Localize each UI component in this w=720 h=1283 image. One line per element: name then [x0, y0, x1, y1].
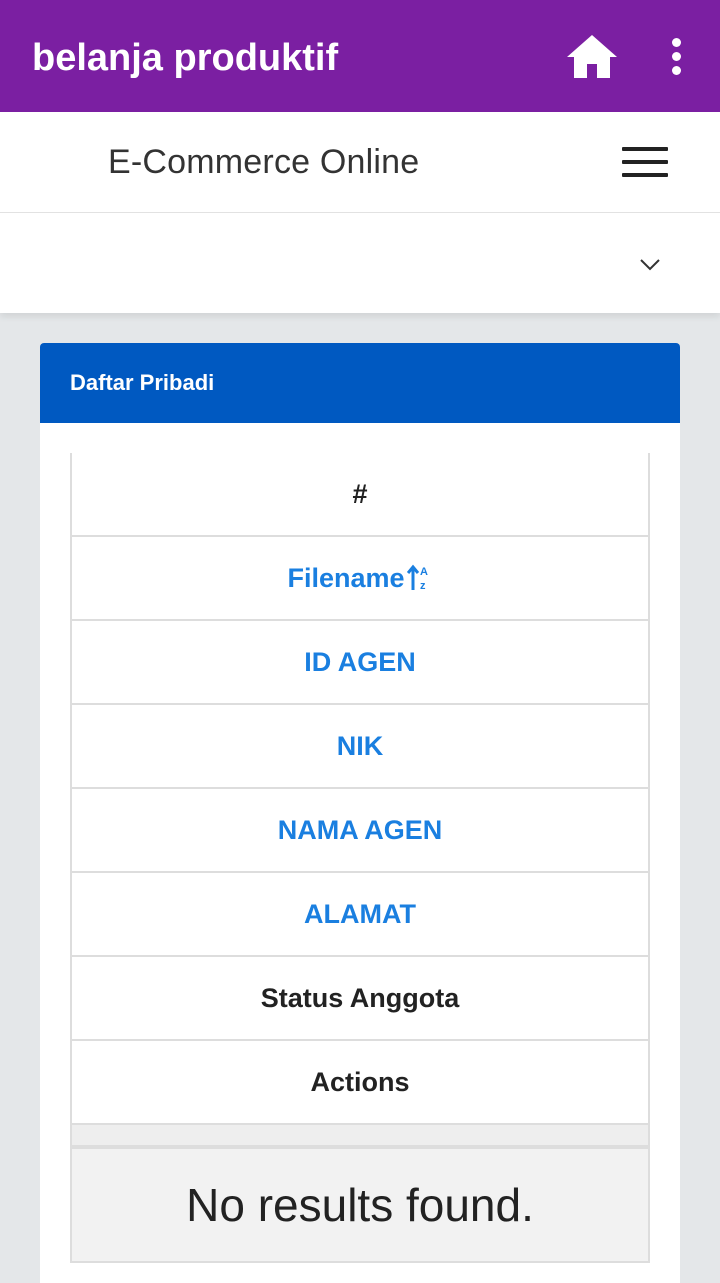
site-navbar: E-Commerce Online [0, 112, 720, 213]
column-label[interactable]: NAMA AGEN [278, 815, 443, 846]
column-label[interactable]: NIK [337, 731, 384, 762]
svg-text:A: A [420, 566, 428, 578]
home-button[interactable] [562, 28, 622, 84]
column-label[interactable]: ALAMAT [304, 899, 416, 930]
column-header-id-agen[interactable]: ID AGEN [70, 621, 650, 705]
app-bar: belanja produktif [0, 0, 720, 112]
more-vert-dot [671, 65, 681, 75]
column-label[interactable]: ID AGEN [304, 647, 416, 678]
column-header-nik[interactable]: NIK [70, 705, 650, 789]
svg-text:z: z [420, 580, 426, 592]
app-title: belanja produktif [32, 37, 339, 79]
data-table: # Filename A z ID AGEN NIK NAMA AGEN ALA… [70, 453, 650, 1263]
hamburger-bar [622, 160, 668, 164]
column-label: Actions [310, 1066, 410, 1097]
column-label: # [352, 478, 368, 509]
filter-row [70, 1125, 650, 1147]
brand-link[interactable]: E-Commerce Online [108, 142, 419, 182]
column-header-status-anggota: Status Anggota [70, 957, 650, 1041]
column-header-number: # [70, 453, 650, 537]
panel-title: Daftar Pribadi [40, 343, 680, 423]
column-label[interactable]: Filename [287, 563, 404, 594]
dropdown-bar[interactable] [0, 213, 720, 313]
chevron-down-icon[interactable] [638, 253, 662, 277]
sort-alpha-asc-icon[interactable]: A z [406, 564, 433, 592]
more-vert-dot [671, 51, 681, 61]
column-header-nama-agen[interactable]: NAMA AGEN [70, 789, 650, 873]
overflow-menu-button[interactable] [656, 30, 696, 82]
more-vert-icon [671, 37, 681, 47]
column-header-alamat[interactable]: ALAMAT [70, 873, 650, 957]
hamburger-bar [622, 173, 668, 177]
hamburger-icon [622, 147, 668, 151]
column-header-actions: Actions [70, 1041, 650, 1125]
navbar-toggle-button[interactable] [622, 142, 672, 182]
home-icon [567, 35, 617, 78]
daftar-panel: Daftar Pribadi # Filename A z ID AGEN NI… [40, 343, 680, 1283]
empty-results-message: No results found. [70, 1147, 650, 1263]
column-label: Status Anggota [260, 982, 460, 1013]
column-header-filename[interactable]: Filename A z [70, 537, 650, 621]
